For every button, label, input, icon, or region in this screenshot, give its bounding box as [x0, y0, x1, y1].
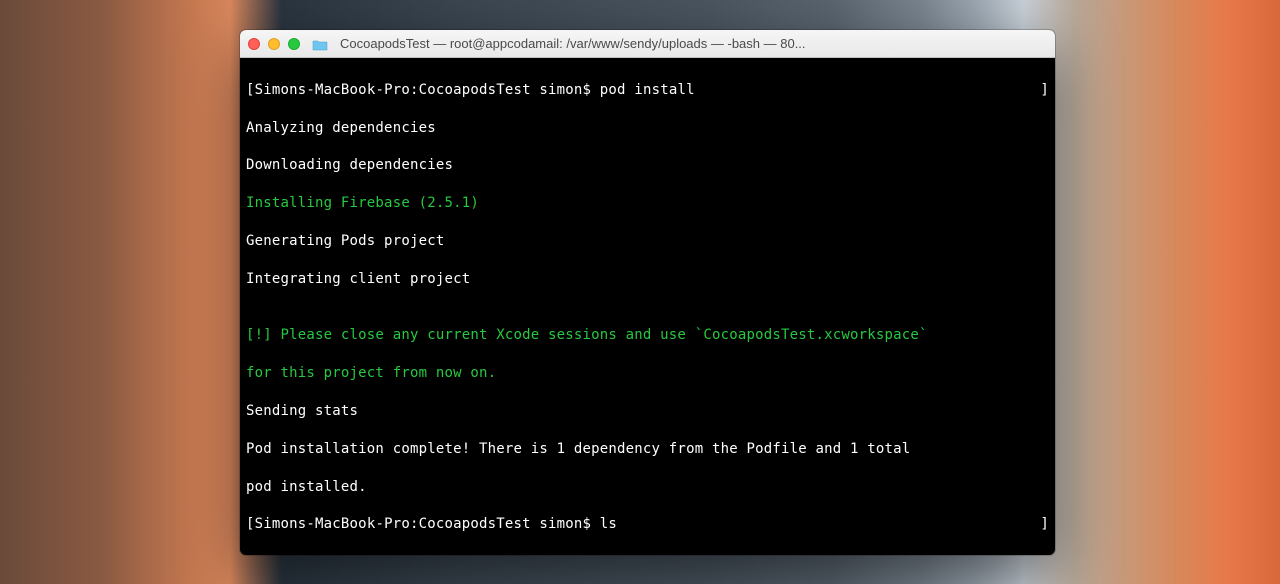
terminal-line: [Simons-MacBook-Pro:CocoapodsTest simon$… — [246, 81, 1049, 100]
shell-prompt: Simons-MacBook-Pro:CocoapodsTest simon$ — [255, 82, 600, 98]
terminal-line: Installing Firebase (2.5.1) — [246, 194, 1049, 213]
minimize-button[interactable] — [268, 38, 280, 50]
close-button[interactable] — [248, 38, 260, 50]
terminal-line: for this project from now on. — [246, 364, 1049, 383]
bracket: [ — [246, 82, 255, 98]
terminal-window: CocoapodsTest — root@appcodamail: /var/w… — [240, 30, 1055, 555]
terminal-line: Pod installation complete! There is 1 de… — [246, 440, 1049, 459]
terminal-line: [Simons-MacBook-Pro:CocoapodsTest simon$… — [246, 515, 1049, 534]
terminal-line: pod installed. — [246, 478, 1049, 497]
terminal-line: Analyzing dependencies — [246, 119, 1049, 138]
maximize-button[interactable] — [288, 38, 300, 50]
bracket: ] — [1040, 515, 1049, 534]
folder-icon — [312, 38, 328, 50]
command-text: ls — [600, 516, 617, 532]
terminal-line: Downloading dependencies — [246, 156, 1049, 175]
bracket: [ — [246, 516, 255, 532]
terminal-output[interactable]: [Simons-MacBook-Pro:CocoapodsTest simon$… — [240, 58, 1055, 555]
terminal-line: Integrating client project — [246, 270, 1049, 289]
traffic-lights — [248, 38, 300, 50]
shell-prompt: Simons-MacBook-Pro:CocoapodsTest simon$ — [255, 516, 600, 532]
terminal-line: Generating Pods project — [246, 232, 1049, 251]
terminal-line: CocoapodsTest Podfile — [246, 553, 1049, 555]
command-text: pod install — [600, 82, 695, 98]
terminal-line: Sending stats — [246, 402, 1049, 421]
terminal-line: [!] Please close any current Xcode sessi… — [246, 326, 1049, 345]
window-titlebar[interactable]: CocoapodsTest — root@appcodamail: /var/w… — [240, 30, 1055, 58]
window-title: CocoapodsTest — root@appcodamail: /var/w… — [336, 36, 1047, 51]
bracket: ] — [1040, 81, 1049, 100]
